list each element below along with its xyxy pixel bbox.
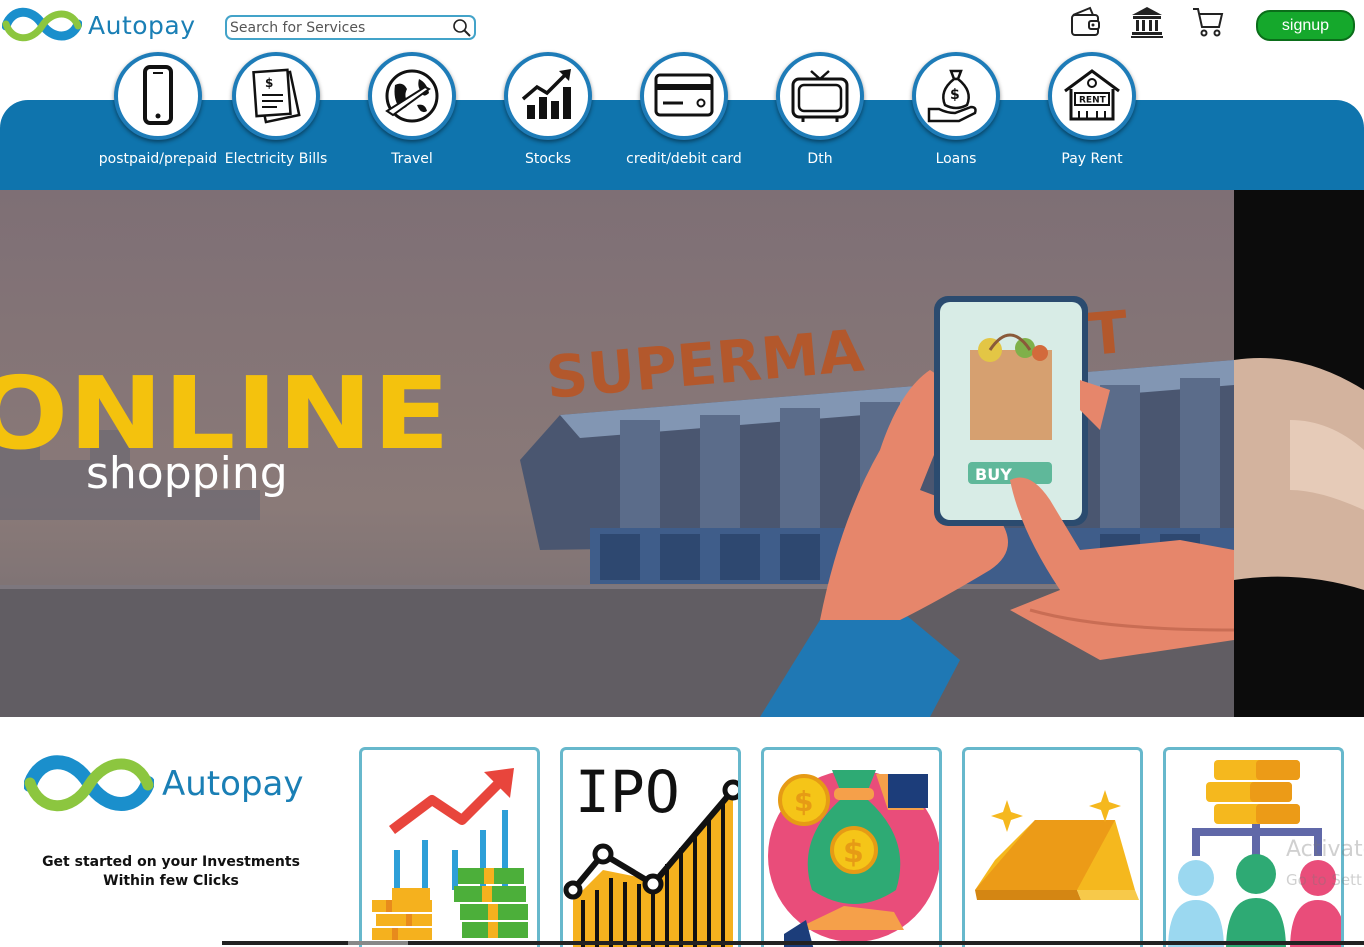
service-dth[interactable]: Dth (755, 52, 885, 169)
service-label: credit/debit card (626, 151, 742, 167)
tv-icon (791, 70, 849, 122)
search-icon[interactable] (452, 18, 472, 38)
money-bag-icon: $ $ (768, 770, 939, 947)
service-circle: RENT (1048, 52, 1136, 140)
gold-bar-icon (975, 790, 1139, 900)
bill-icon: $ (252, 68, 301, 124)
service-label: Stocks (524, 151, 572, 167)
autopay-logo-icon (2, 7, 82, 42)
service-circle: $ (912, 52, 1000, 140)
service-label: postpaid/prepaid (98, 151, 218, 167)
stocks-chart-icon (521, 69, 571, 119)
investment-card-growth[interactable] (359, 747, 540, 947)
service-label: Pay Rent (1061, 151, 1123, 167)
hero-illustration: SUPERMA T ONLINE shopping BUY (0, 190, 1364, 717)
investment-card-gold[interactable] (962, 747, 1143, 947)
service-loans[interactable]: $ Loans (891, 52, 1021, 169)
windows-watermark: Activate (1286, 837, 1364, 862)
brand-logo[interactable]: Autopay (2, 2, 196, 48)
brand-name: Autopay (162, 764, 304, 804)
ipo-chart-icon: IPO (563, 758, 738, 947)
svg-text:$: $ (843, 835, 864, 870)
globe-plane-icon (385, 69, 439, 123)
signup-button[interactable]: signup (1256, 10, 1355, 41)
service-label: Travel (391, 151, 433, 167)
ipo-text: IPO (575, 758, 680, 826)
service-postpaid-prepaid[interactable]: postpaid/prepaid (93, 52, 223, 169)
service-circle (640, 52, 728, 140)
cart-icon[interactable] (1191, 5, 1225, 39)
svg-text:$: $ (794, 785, 813, 818)
investments-section: Autopay Get started on your Investments … (0, 717, 1364, 947)
service-label: Electricity Bills (224, 151, 328, 167)
investment-card-ipo[interactable]: IPO (560, 747, 741, 947)
service-stocks[interactable]: Stocks (483, 52, 613, 169)
investments-tagline: Get started on your Investments Within f… (40, 853, 302, 891)
growth-money-icon (372, 768, 528, 940)
card-icon (654, 73, 714, 117)
service-circle: $ (232, 52, 320, 140)
svg-text:$: $ (950, 87, 960, 103)
service-pay-rent[interactable]: RENT Pay Rent (1027, 52, 1157, 169)
hero-subtitle: shopping (86, 448, 288, 499)
autopay-logo-icon (24, 755, 154, 812)
tagline-line-1: Get started on your Investments (42, 854, 300, 870)
service-circle (368, 52, 456, 140)
service-credit-debit-card[interactable]: credit/debit card (619, 52, 749, 169)
brand-name: Autopay (88, 10, 196, 40)
svg-text:$: $ (265, 76, 273, 90)
service-label: Dth (807, 151, 833, 167)
supermarket-sign-end: T (1085, 298, 1131, 369)
search-box (225, 15, 476, 40)
windows-watermark-sub: Go to Sett (1286, 871, 1362, 889)
service-label: Loans (935, 151, 977, 167)
service-circle (776, 52, 864, 140)
investment-card-money-bag[interactable]: $ $ (761, 747, 942, 947)
service-electricity-bills[interactable]: $ Electricity Bills (211, 52, 341, 169)
service-circle (114, 52, 202, 140)
service-circle (504, 52, 592, 140)
bank-icon[interactable] (1130, 5, 1164, 39)
hero-banner[interactable]: SUPERMA T ONLINE shopping BUY (0, 190, 1364, 717)
wallet-icon[interactable] (1068, 5, 1104, 39)
rent-house-icon: RENT (1064, 69, 1120, 121)
scrollbar-thumb[interactable] (348, 941, 408, 945)
investments-logo: Autopay (24, 747, 303, 821)
service-travel[interactable]: Travel (347, 52, 477, 169)
search-input[interactable] (227, 17, 447, 38)
money-bag-hand-icon: $ (927, 69, 977, 123)
phone-icon (143, 65, 173, 125)
tagline-line-2: Within few Clicks (103, 873, 239, 889)
svg-text:RENT: RENT (1079, 96, 1107, 106)
buy-label: BUY (975, 465, 1012, 484)
header: Autopay signup (0, 0, 1364, 60)
